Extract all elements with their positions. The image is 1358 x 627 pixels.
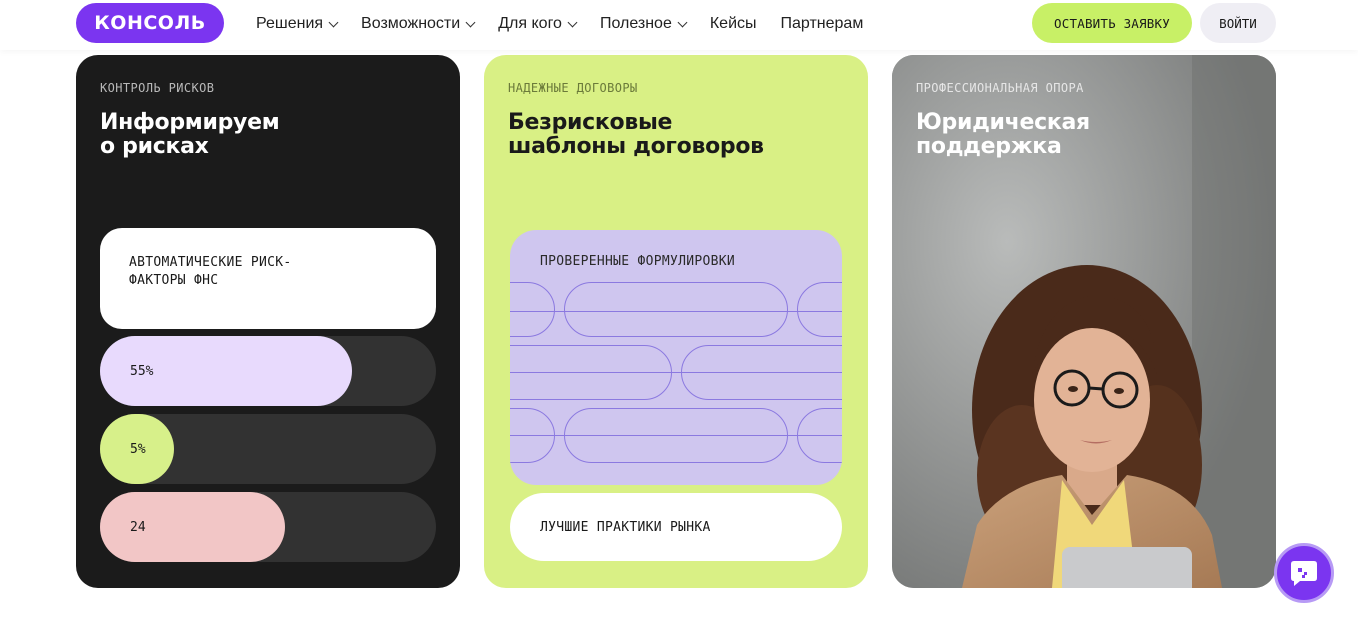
risk-control-card[interactable]: КОНТРОЛЬ РИСКОВ Информируем о рисках АВТ… [76, 55, 460, 588]
decorative-pill [797, 282, 842, 337]
card-title-line: о рисках [100, 134, 209, 159]
best-practices-pill: ЛУЧШИЕ ПРАКТИКИ РЫНКА [510, 493, 842, 561]
progress-label: 5% [130, 441, 146, 457]
pill-label: ЛУЧШИЕ ПРАКТИКИ РЫНКА [540, 519, 711, 535]
decorative-pill [797, 408, 842, 463]
decorative-pill [510, 408, 555, 463]
verified-wording-panel: ПРОВЕРЕННЫЕ ФОРМУЛИРОВКИ [510, 230, 842, 485]
nav-item-cases[interactable]: Кейсы [710, 13, 757, 35]
card-title-line: поддержка [916, 134, 1062, 159]
panel-label: ПРОВЕРЕННЫЕ ФОРМУЛИРОВКИ [540, 254, 736, 269]
card-title-line: Информируем [100, 110, 280, 135]
risk-factors-box: АВТОМАТИЧЕСКИЕ РИСК- ФАКТОРЫ ФНС [100, 228, 436, 329]
progress-fill: 24 [100, 492, 285, 562]
decorative-pill [510, 282, 555, 337]
risk-factors-text: ФАКТОРЫ ФНС [129, 273, 219, 288]
logo[interactable]: КОНСОЛЬ [76, 3, 224, 43]
progress-track: 5% [100, 414, 436, 484]
chevron-down-icon [328, 17, 339, 27]
apply-button[interactable]: ОСТАВИТЬ ЗАЯВКУ [1032, 3, 1192, 43]
progress-label: 24 [130, 519, 146, 535]
login-button[interactable]: ВОЙТИ [1200, 3, 1276, 43]
progress-fill: 5% [100, 414, 174, 484]
nav-item-label: Кейсы [709, 15, 757, 32]
card-eyebrow: НАДЕЖНЫЕ ДОГОВОРЫ [508, 81, 638, 95]
decorative-pill [510, 345, 672, 400]
nav-item-partners[interactable]: Партнерам [781, 13, 864, 35]
card-title-line: Юридическая [916, 110, 1090, 135]
chat-button[interactable] [1274, 543, 1334, 603]
card-eyebrow: ПРОФЕССИОНАЛЬНАЯ ОПОРА [916, 81, 1084, 95]
risk-factors-text: АВТОМАТИЧЕСКИЕ РИСК- [129, 255, 292, 270]
site-header: КОНСОЛЬ Решения Возможности Для кого Пол… [0, 0, 1358, 50]
progress-label: 55% [130, 363, 154, 379]
card-eyebrow: КОНТРОЛЬ РИСКОВ [100, 81, 215, 95]
nav-item-label: Для кого [498, 15, 562, 32]
decorative-pill [681, 345, 842, 400]
legal-support-card[interactable]: ПРОФЕССИОНАЛЬНАЯ ОПОРА Юридическая подде… [892, 55, 1276, 588]
card-title-line: шаблоны договоров [508, 134, 764, 159]
nav-item-useful[interactable]: Полезное [599, 13, 688, 35]
card-title: Безрисковые шаблоны договоров [508, 111, 764, 159]
chat-bubble-icon [1291, 561, 1317, 586]
progress-fill: 55% [100, 336, 352, 406]
chevron-down-icon [465, 17, 476, 27]
main-nav: Решения Возможности Для кого Полезное Ке… [256, 13, 887, 35]
nav-item-label: Партнерам [780, 15, 864, 32]
card-title-line: Безрисковые [508, 110, 673, 135]
card-title: Информируем о рисках [100, 110, 280, 159]
nav-item-features[interactable]: Возможности [361, 13, 476, 35]
nav-item-solutions[interactable]: Решения [256, 13, 339, 35]
chevron-down-icon [567, 17, 578, 27]
nav-item-label: Решения [256, 15, 324, 32]
contracts-card[interactable]: НАДЕЖНЫЕ ДОГОВОРЫ Безрисковые шаблоны до… [484, 55, 868, 588]
card-title: Юридическая поддержка [916, 111, 1090, 159]
nav-item-label: Полезное [599, 15, 672, 32]
progress-track: 24 [100, 492, 436, 562]
nav-item-label: Возможности [361, 15, 461, 32]
progress-track: 55% [100, 336, 436, 406]
nav-item-audience[interactable]: Для кого [498, 13, 578, 35]
decorative-pill [564, 408, 788, 463]
decorative-pill [564, 282, 788, 337]
chevron-down-icon [677, 17, 688, 27]
